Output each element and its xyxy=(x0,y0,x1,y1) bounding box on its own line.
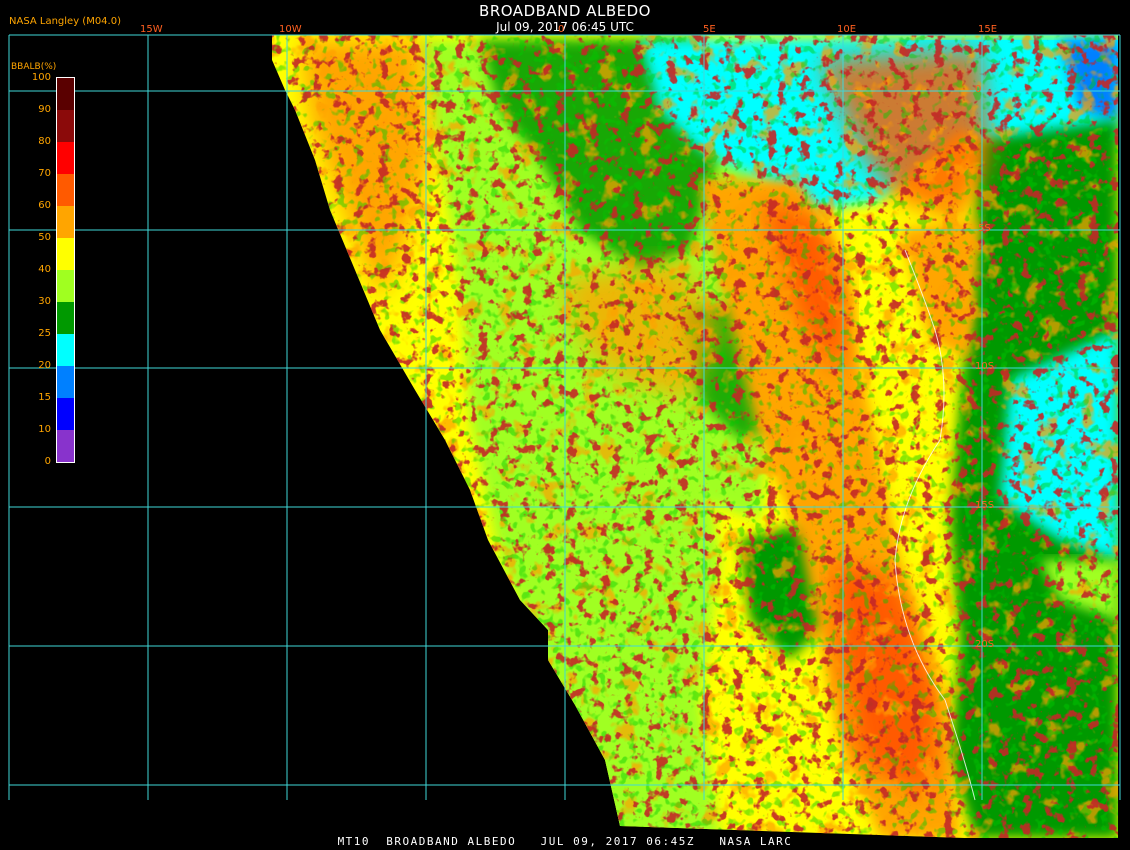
colorbar-frame xyxy=(56,77,75,463)
longitude-label: 0 xyxy=(558,24,565,35)
longitude-label: 10E xyxy=(837,24,857,35)
colorbar-tick-label: 10 xyxy=(38,424,51,435)
latitude-label: 20S xyxy=(975,639,995,650)
map-container: BROADBAND ALBEDO Jul 09, 2017 06:45 UTC … xyxy=(0,0,1130,850)
producer-label: NASA Langley (M04.0) xyxy=(9,16,121,27)
latitude-label: 10S xyxy=(975,361,995,372)
longitude-label: 15W xyxy=(140,24,163,35)
latitude-label: 5S xyxy=(978,223,991,234)
colorbar-tick-label: 20 xyxy=(38,360,51,371)
footer-caption: MT10 BROADBAND ALBEDO JUL 09, 2017 06:45… xyxy=(337,835,793,848)
map-title: BROADBAND ALBEDO xyxy=(479,2,651,20)
map-timestamp: Jul 09, 2017 06:45 UTC xyxy=(496,20,634,34)
colorbar-tick-label: 100 xyxy=(31,72,51,83)
colorbar-tick-label: 25 xyxy=(38,328,51,339)
colorbar-tick-label: 15 xyxy=(38,392,51,403)
colorbar-tick-label: 80 xyxy=(38,136,51,147)
longitude-label: 10W xyxy=(279,24,302,35)
longitude-label: 5E xyxy=(703,24,716,35)
colorbar-tick-label: 50 xyxy=(38,232,51,243)
colorbar-tick-label: 70 xyxy=(38,168,51,179)
colorbar-tick-label: 40 xyxy=(38,264,51,275)
colorbar-title: BBALB(%) xyxy=(11,62,57,72)
colorbar-tick-label: 0 xyxy=(44,456,51,467)
latitude-label: 15S xyxy=(975,500,995,511)
colorbar-tick-label: 30 xyxy=(38,296,51,307)
longitude-label: 15E xyxy=(978,24,998,35)
colorbar-tick-label: 90 xyxy=(38,104,51,115)
colorbar-tick-label: 60 xyxy=(38,200,51,211)
albedo-map xyxy=(0,0,1130,850)
latitude-label: 0 xyxy=(975,84,982,95)
